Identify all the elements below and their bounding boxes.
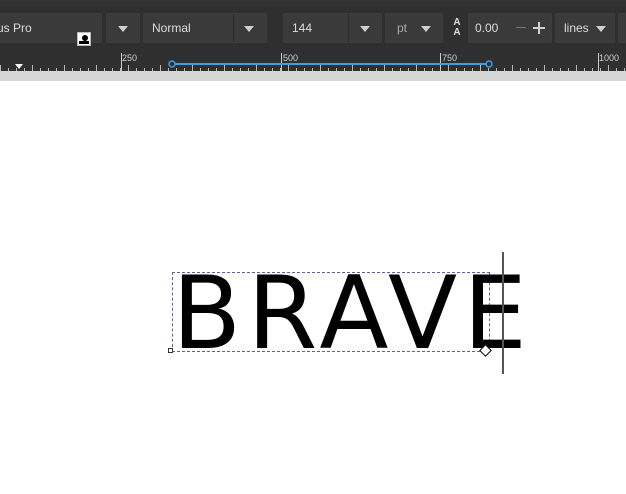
chevron-down-icon: [421, 26, 431, 32]
font-family-dropdown-button[interactable]: [106, 13, 140, 43]
dropdown-divider: [348, 14, 349, 42]
font-family-field[interactable]: us Pro: [0, 13, 102, 46]
letter-spacing-value: 0.00: [475, 21, 499, 35]
ruler-ticks: [0, 53, 625, 71]
unit-value: pt: [397, 21, 408, 35]
more-controls[interactable]: [618, 13, 626, 43]
chevron-down-icon: [118, 26, 128, 32]
chevron-down-icon: [360, 26, 370, 32]
font-family-value: us Pro: [0, 21, 32, 35]
letter-spacing-icon: AA: [453, 17, 461, 38]
ruler-label: 500: [283, 53, 299, 63]
font-size-value: 144: [292, 21, 313, 35]
letter-spacing-field[interactable]: 0.00: [468, 13, 552, 43]
minus-icon[interactable]: [516, 27, 526, 28]
chevron-down-icon: [244, 26, 254, 32]
font-preview-icon[interactable]: [77, 28, 91, 46]
text-cursor: [502, 252, 504, 374]
font-style-select[interactable]: Normal: [143, 13, 267, 43]
line-spacing-unit-value: lines: [564, 21, 589, 35]
ruler-label: 250: [122, 53, 138, 63]
ruler-label: 1000: [599, 53, 620, 63]
chevron-down-icon: [596, 26, 606, 32]
font-style-value: Normal: [152, 21, 191, 35]
dropdown-divider: [233, 14, 234, 42]
canvas-top-border: [0, 71, 626, 81]
text-toolbar: us Pro Normal 144 pt AA 0.00 lines: [0, 6, 626, 51]
font-size-select[interactable]: 144: [283, 13, 382, 43]
plus-icon[interactable]: [533, 22, 545, 34]
baseline-handle[interactable]: [168, 348, 173, 353]
ruler-label: 750: [442, 53, 458, 63]
unit-select[interactable]: pt: [385, 13, 443, 43]
line-spacing-unit-select[interactable]: lines: [555, 13, 615, 43]
horizontal-ruler[interactable]: 250 500 750 1000: [0, 51, 626, 71]
canvas-text[interactable]: BRAVE: [172, 263, 527, 364]
